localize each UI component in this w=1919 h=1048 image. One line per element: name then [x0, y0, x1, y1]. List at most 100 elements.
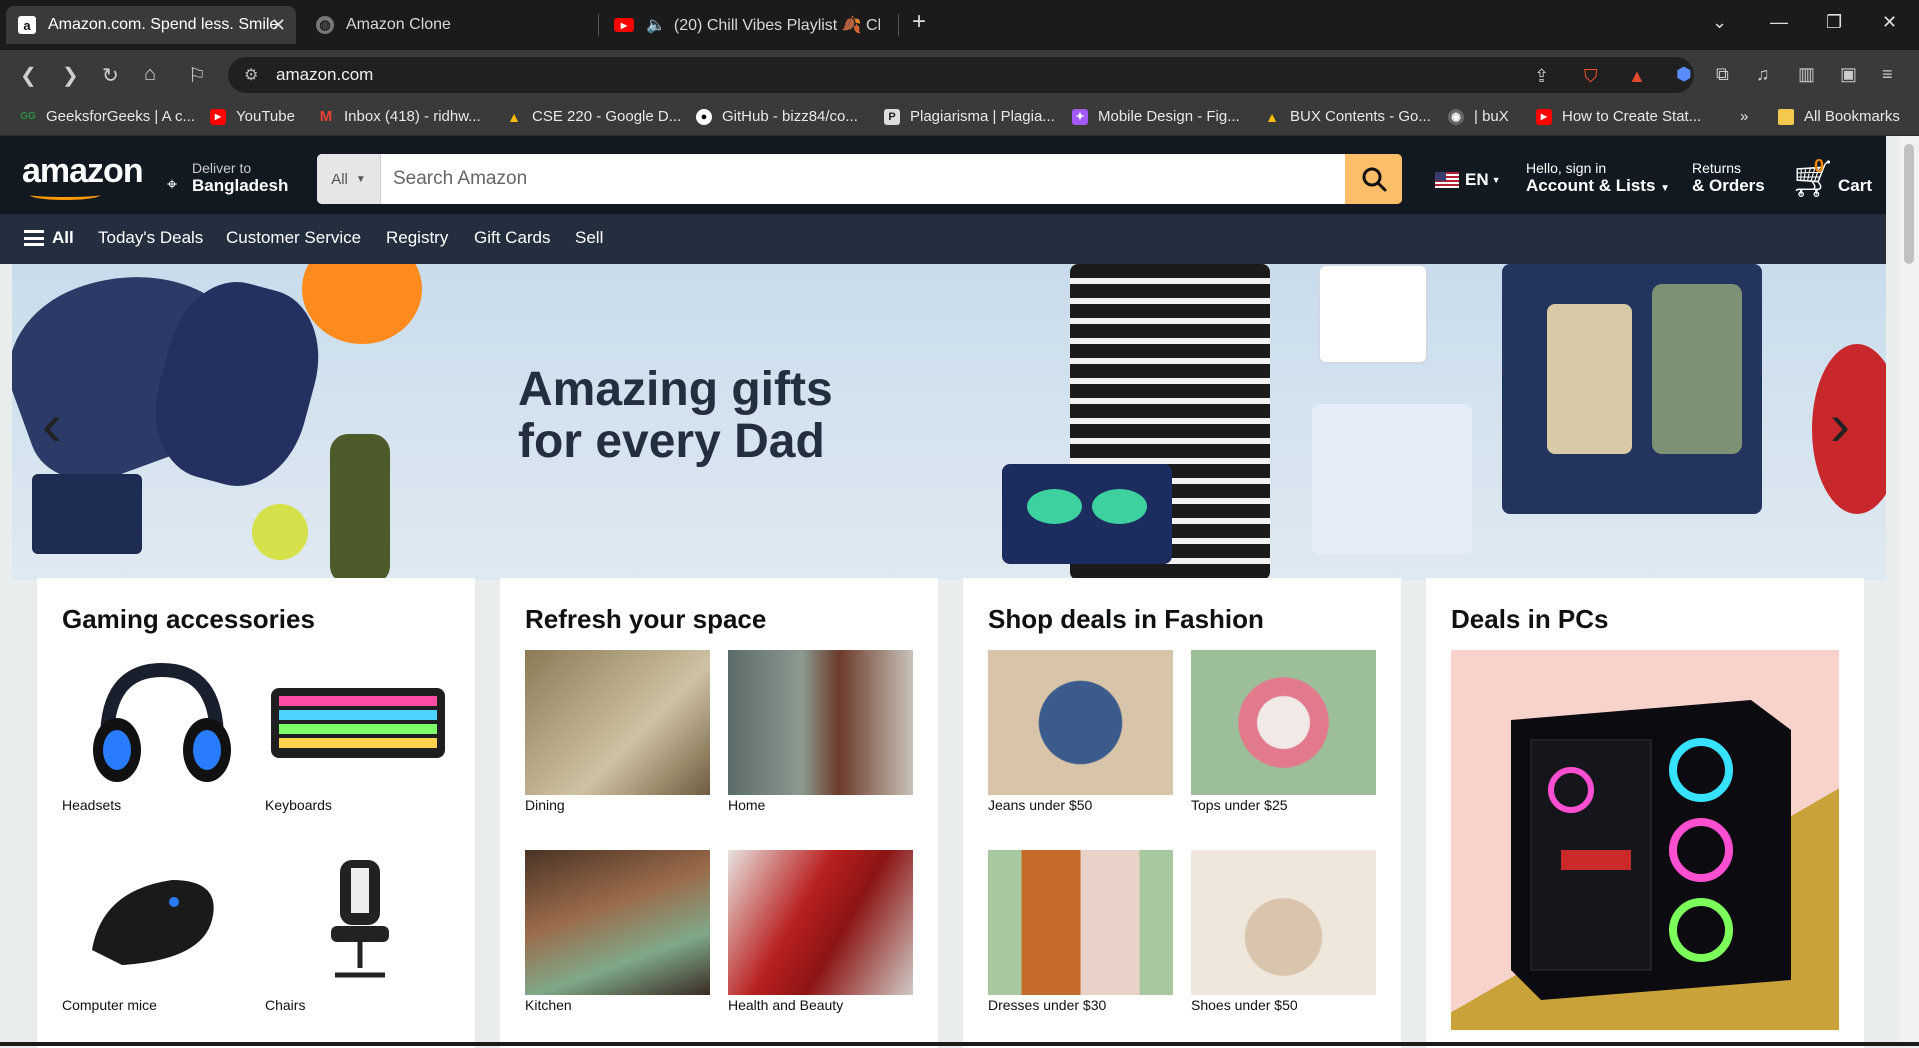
minimize-icon[interactable]: — [1770, 12, 1788, 33]
chevron-down-icon[interactable]: ⌄ [1712, 12, 1727, 33]
site-settings-icon[interactable]: ⚙ [244, 65, 258, 85]
chairs-tile[interactable] [265, 850, 450, 995]
bookmark-item[interactable]: ▲ CSE 220 - Google D... [506, 108, 681, 125]
search-button[interactable] [1345, 154, 1402, 204]
tile-label[interactable]: Health and Beauty [728, 997, 843, 1013]
restore-icon[interactable]: ❐ [1826, 12, 1842, 33]
forward-icon[interactable]: ❯ [62, 63, 79, 88]
all-bookmarks-button[interactable]: All Bookmarks [1778, 108, 1900, 125]
tile-label[interactable]: Tops under $25 [1191, 797, 1288, 813]
card-title[interactable]: Gaming accessories [62, 604, 315, 635]
subnav-sell[interactable]: Sell [575, 228, 603, 248]
vpn-icon[interactable]: ⬢ [1676, 64, 1692, 85]
wallet-icon[interactable]: ▣ [1840, 64, 1857, 85]
carousel-next-arrow[interactable]: › [1830, 390, 1850, 459]
reload-icon[interactable]: ↻ [102, 63, 119, 88]
subnav-gift-cards[interactable]: Gift Cards [474, 228, 551, 248]
tile-label[interactable]: Headsets [62, 797, 121, 813]
url-text[interactable]: amazon.com [276, 65, 373, 85]
subnav-registry[interactable]: Registry [386, 228, 448, 248]
google-drive-icon: ▲ [507, 108, 521, 125]
account-lists-link[interactable]: Account & Lists ▼ [1526, 176, 1670, 196]
bookmark-item[interactable]: ▶ YouTube [210, 108, 295, 125]
computer-mice-tile[interactable] [62, 850, 247, 995]
subnav-customer-service[interactable]: Customer Service [226, 228, 361, 248]
hamburger-menu-icon[interactable] [24, 230, 44, 246]
keyboard-image [265, 650, 450, 795]
home-icon[interactable]: ⌂ [144, 63, 156, 86]
subnav-todays-deals[interactable]: Today's Deals [98, 228, 203, 248]
tile-label[interactable]: Computer mice [62, 997, 157, 1013]
delivery-location[interactable]: Bangladesh [192, 176, 288, 196]
tile-label[interactable]: Shoes under $50 [1191, 997, 1298, 1013]
tops-tile[interactable] [1191, 650, 1376, 795]
bookmark-item[interactable]: ◉ | buX [1448, 108, 1509, 125]
extensions-icon[interactable]: ⧉ [1716, 64, 1729, 85]
cart-icon[interactable]: 🛒︎ [1790, 158, 1836, 200]
tile-label[interactable]: Keyboards [265, 797, 332, 813]
tile-label[interactable]: Kitchen [525, 997, 572, 1013]
deliver-to-label[interactable]: Deliver to [192, 160, 251, 176]
greeting-text[interactable]: Hello, sign in [1526, 160, 1606, 176]
media-icon[interactable]: ♫ [1756, 64, 1770, 85]
language-selector[interactable]: EN ▼ [1435, 170, 1501, 190]
kitchen-tile[interactable] [525, 850, 710, 995]
menu-icon[interactable]: ≡ [1882, 64, 1893, 85]
bookmark-item[interactable]: ✦ Mobile Design - Fig... [1072, 108, 1240, 125]
close-window-icon[interactable]: ✕ [1882, 12, 1897, 33]
dresses-tile[interactable] [988, 850, 1173, 995]
address-bar[interactable]: ⚙ amazon.com ⇪ ⛉ ▲ [228, 57, 1694, 93]
headsets-tile[interactable] [62, 650, 247, 795]
home-tile[interactable] [728, 650, 913, 795]
geeksforgeeks-icon: GG [20, 111, 36, 122]
bookmark-item[interactable]: P Plagiarisma | Plagia... [884, 108, 1055, 125]
tile-label[interactable]: Home [728, 797, 765, 813]
jeans-tile[interactable] [988, 650, 1173, 795]
share-icon[interactable]: ⇪ [1534, 66, 1549, 87]
sunglasses-image [1027, 489, 1082, 524]
dining-tile[interactable] [525, 650, 710, 795]
shoes-tile[interactable] [1191, 850, 1376, 995]
gaming-pc-tile[interactable] [1451, 650, 1839, 1030]
amazon-logo[interactable]: amazon [22, 152, 144, 191]
tile-label[interactable]: Dining [525, 797, 565, 813]
tile-label[interactable]: Jeans under $50 [988, 797, 1092, 813]
tab-youtube[interactable]: ▶ 🔈 (20) Chill Vibes Playlist 🍂 Chill s [602, 6, 892, 44]
tab-amazon[interactable]: a Amazon.com. Spend less. Smile ✕ [6, 6, 296, 44]
tab-title: Amazon.com. Spend less. Smile [48, 16, 279, 33]
brave-rewards-icon[interactable]: ▲ [1628, 66, 1646, 87]
bookmarks-overflow-button[interactable]: » [1740, 108, 1748, 125]
tile-label[interactable]: Dresses under $30 [988, 997, 1106, 1013]
card-title[interactable]: Refresh your space [525, 604, 766, 635]
bookmark-item[interactable]: GG GeeksforGeeks | A c... [20, 108, 195, 125]
orders-link[interactable]: & Orders [1692, 176, 1765, 196]
health-beauty-tile[interactable] [728, 850, 913, 995]
card-title[interactable]: Shop deals in Fashion [988, 604, 1264, 635]
hero-banner[interactable]: Amazing gifts for every Dad ‹ › [12, 264, 1886, 580]
bookmark-label: | buX [1474, 108, 1509, 125]
card-title[interactable]: Deals in PCs [1451, 604, 1609, 635]
subnav-all[interactable]: All [52, 228, 74, 248]
tile-label[interactable]: Chairs [265, 997, 305, 1013]
language-label: EN [1465, 170, 1489, 189]
bookmark-item[interactable]: ▲ BUX Contents - Go... [1264, 108, 1431, 125]
bookmark-item[interactable]: M Inbox (418) - ridhw... [318, 108, 481, 125]
tab-amazon-clone[interactable]: ◍ Amazon Clone [304, 6, 594, 44]
cart-link[interactable]: Cart [1838, 176, 1872, 196]
search-input[interactable] [381, 154, 1336, 204]
bookmark-item[interactable]: ▶ How to Create Stat... [1536, 108, 1701, 125]
bookmark-label: Mobile Design - Fig... [1098, 108, 1240, 125]
keyboards-tile[interactable] [265, 650, 450, 795]
close-tab-icon[interactable]: ✕ [271, 15, 286, 36]
bookmark-icon[interactable]: ⚐ [188, 63, 206, 88]
returns-link[interactable]: Returns [1692, 160, 1741, 176]
brave-shield-icon[interactable]: ⛉ [1584, 66, 1598, 87]
search-category-dropdown[interactable]: All ▼ [317, 154, 381, 204]
bookmark-item[interactable]: ● GitHub - bizz84/co... [696, 108, 858, 125]
sidebar-icon[interactable]: ▥ [1798, 64, 1815, 85]
carousel-prev-arrow[interactable]: ‹ [42, 390, 62, 459]
back-icon[interactable]: ❮ [20, 63, 37, 88]
page-scrollbar[interactable] [1899, 136, 1919, 1046]
new-tab-icon[interactable]: + [912, 8, 926, 36]
scrollbar-thumb[interactable] [1904, 144, 1914, 264]
